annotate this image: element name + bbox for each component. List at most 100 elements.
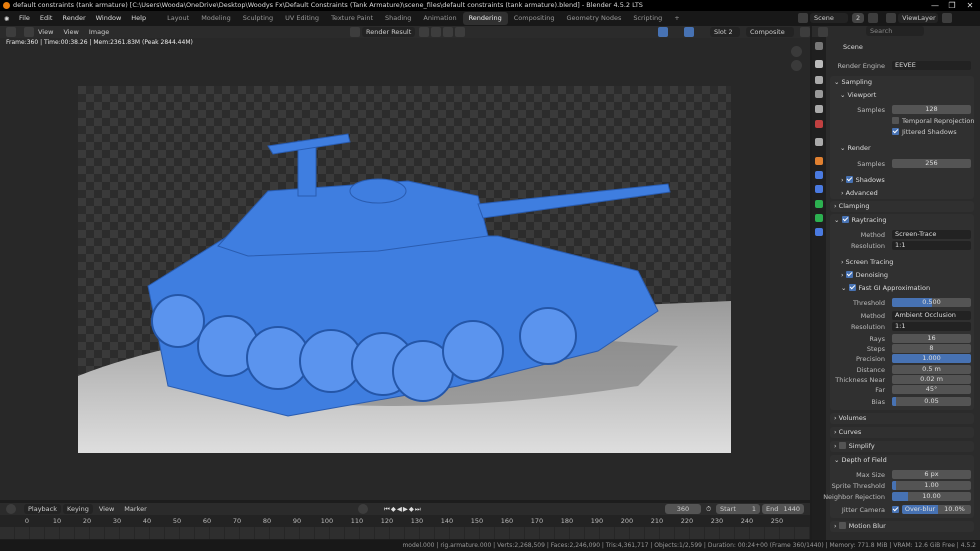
timeline-track[interactable]	[0, 527, 810, 539]
tab-rendering[interactable]: Rendering	[462, 12, 508, 25]
properties-search-input[interactable]: Search	[866, 26, 924, 36]
properties-editor-type-icon[interactable]	[818, 27, 828, 37]
curves-header[interactable]: › Curves	[834, 427, 861, 437]
menu-image[interactable]: Image	[85, 27, 113, 37]
denoising-subpanel[interactable]: › Denoising	[841, 270, 888, 280]
view-menu[interactable]: View	[95, 504, 118, 514]
view-mode-dropdown[interactable]: View	[34, 27, 57, 37]
auto-keying-icon[interactable]	[358, 504, 368, 514]
overlay-toggle-icon[interactable]	[684, 27, 694, 37]
object-tab-icon[interactable]	[815, 157, 823, 165]
advanced-subpanel[interactable]: › Advanced	[841, 188, 878, 198]
prev-keyframe-icon[interactable]: ◆	[391, 505, 396, 513]
maximize-button[interactable]: ❐	[942, 0, 962, 11]
tab-layout[interactable]: Layout	[161, 12, 195, 25]
world-tab-icon[interactable]	[815, 120, 823, 128]
viewport-subheader[interactable]: ⌄ Viewport	[840, 90, 876, 100]
view-layer-icon[interactable]	[886, 13, 897, 23]
tab-scripting[interactable]: Scripting	[627, 12, 668, 25]
armature-tab-icon[interactable]	[815, 200, 823, 208]
gizmo-toggle-icon[interactable]	[658, 27, 668, 37]
blender-menu-icon[interactable]: ✺	[4, 15, 14, 23]
menu-window[interactable]: Window	[91, 11, 127, 26]
marker-menu[interactable]: Marker	[120, 504, 150, 514]
image-name-field[interactable]: Render Result	[362, 27, 416, 37]
slot-dropdown[interactable]: Slot 2	[710, 27, 740, 37]
overblur-slider[interactable]: Over-blur 10.0%	[902, 505, 971, 514]
render-engine-dropdown[interactable]: EEVEE	[892, 61, 971, 70]
menu-edit[interactable]: Edit	[35, 11, 58, 26]
menu-render[interactable]: Render	[57, 11, 90, 26]
max-size-field[interactable]: 6 px	[892, 470, 971, 479]
tab-modeling[interactable]: Modeling	[195, 12, 237, 25]
current-frame-field[interactable]: 360	[665, 504, 701, 514]
tool-tab-icon[interactable]	[815, 42, 823, 50]
view-layer-selector[interactable]: ViewLayer	[898, 13, 939, 23]
tab-texture-paint[interactable]: Texture Paint	[325, 12, 379, 25]
volumes-header[interactable]: › Volumes	[834, 413, 866, 423]
menu-view[interactable]: View	[59, 27, 82, 37]
physics-tab-icon[interactable]	[815, 185, 823, 193]
fake-user-icon[interactable]	[419, 27, 430, 37]
pass-dropdown[interactable]: Composite	[746, 27, 794, 37]
steps-field[interactable]: 8	[892, 344, 971, 353]
screen-tracing-subpanel[interactable]: › Screen Tracing	[841, 257, 893, 267]
scene-users-count[interactable]: 2	[852, 13, 865, 23]
thickness-near-field[interactable]: 0.02 m	[892, 375, 971, 384]
duplicate-scene-icon[interactable]	[868, 13, 879, 23]
duplicate-view-layer-icon[interactable]	[942, 13, 953, 23]
pan-hand-icon[interactable]	[791, 60, 802, 71]
method-dropdown[interactable]: Screen-Trace	[892, 230, 971, 239]
tab-geometry-nodes[interactable]: Geometry Nodes	[561, 12, 628, 25]
motion-blur-header[interactable]: › Motion Blur	[834, 521, 886, 531]
menu-help[interactable]: Help	[126, 11, 151, 26]
editor-type-icon[interactable]	[6, 27, 16, 37]
frame-ruler[interactable]: 0 10 20 30 40 50 60 70 80 90 100 110 120 130 140 150 160…	[0, 515, 810, 527]
sampling-header[interactable]: ⌄ Sampling	[834, 77, 872, 87]
tab-animation[interactable]: Animation	[417, 12, 462, 25]
tab-uv-editing[interactable]: UV Editing	[279, 12, 325, 25]
bias-slider[interactable]: 0.05	[892, 397, 971, 406]
rays-field[interactable]: 16	[892, 334, 971, 343]
jump-end-icon[interactable]: ⏭	[415, 505, 421, 514]
temporal-reprojection-checkbox[interactable]: Temporal Reprojection	[892, 116, 980, 126]
viewport-samples-field[interactable]: 128	[892, 105, 971, 114]
simplify-header[interactable]: › Simplify	[834, 441, 875, 451]
add-workspace-button[interactable]: +	[668, 12, 685, 25]
scene-tab-icon[interactable]	[815, 105, 823, 113]
render-samples-field[interactable]: 256	[892, 159, 971, 168]
jittered-shadows-checkbox[interactable]: Jittered Shadows	[892, 127, 980, 137]
output-tab-icon[interactable]	[815, 76, 823, 84]
precision-slider[interactable]: 1.000	[892, 354, 971, 363]
neighbor-rejection-slider[interactable]: 10.00	[892, 492, 971, 501]
render-subheader[interactable]: ⌄ Render	[840, 143, 871, 153]
open-image-icon[interactable]	[443, 27, 454, 37]
depth-of-field-header[interactable]: ⌄ Depth of Field	[834, 455, 887, 465]
display-channels-icon[interactable]	[800, 27, 810, 37]
bone-tab-icon[interactable]	[815, 214, 823, 222]
play-icon[interactable]: ▶	[403, 505, 408, 513]
scene-icon[interactable]	[798, 13, 808, 23]
playback-menu[interactable]: Playback	[24, 504, 62, 514]
collection-tab-icon[interactable]	[815, 138, 823, 146]
menu-file[interactable]: File	[14, 11, 35, 26]
timeline-editor-icon[interactable]	[6, 504, 16, 514]
jitter-camera-checkbox[interactable]	[892, 506, 899, 513]
view-mode-icon[interactable]	[24, 27, 34, 37]
stopwatch-icon[interactable]: ⏱	[706, 505, 711, 514]
gi-resolution-dropdown[interactable]: 1:1	[892, 322, 971, 331]
tab-compositing[interactable]: Compositing	[508, 12, 561, 25]
constraints-tab-icon[interactable]	[815, 228, 823, 236]
shadows-subpanel[interactable]: › Shadows	[841, 175, 885, 185]
tab-shading[interactable]: Shading	[379, 12, 417, 25]
jump-start-icon[interactable]: ⏮	[384, 505, 390, 514]
distance-field[interactable]: 0.5 m	[892, 365, 971, 374]
sprite-threshold-slider[interactable]: 1.00	[892, 481, 971, 490]
view-layer-tab-icon[interactable]	[815, 90, 823, 98]
end-frame-field[interactable]: End 1440	[762, 504, 804, 514]
play-reverse-icon[interactable]: ◀	[397, 505, 402, 513]
render-tab-icon[interactable]	[815, 60, 823, 68]
zoom-icon[interactable]	[791, 46, 802, 57]
next-keyframe-icon[interactable]: ◆	[409, 505, 414, 513]
start-frame-field[interactable]: Start 1	[716, 504, 760, 514]
